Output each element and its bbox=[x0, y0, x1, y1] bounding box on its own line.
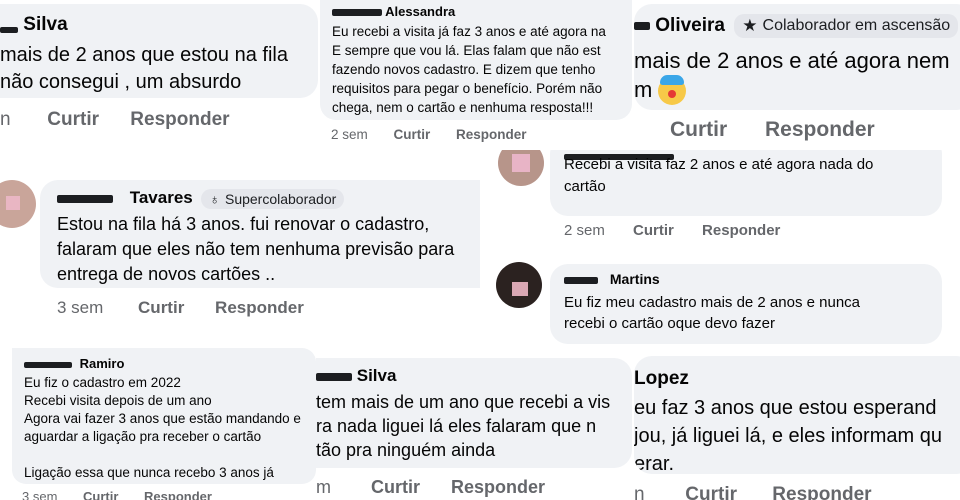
like-button[interactable]: Curtir bbox=[394, 127, 431, 142]
redacted-name bbox=[564, 276, 598, 284]
supercontributor-badge: ♁ Supercolaborador bbox=[201, 188, 345, 209]
timestamp: 2 sem bbox=[564, 222, 605, 239]
timestamp: n bbox=[634, 484, 645, 500]
author-name: Silva bbox=[356, 366, 397, 385]
like-button[interactable]: Curtir bbox=[47, 109, 99, 131]
badge-icon: ♁ bbox=[209, 190, 220, 207]
comment-text: Eu fiz o cadastro em 2022 Recebi visita … bbox=[24, 375, 301, 480]
avatar bbox=[496, 262, 542, 308]
comment-bubble: Tavares ♁ Supercolaborador Estou na fila… bbox=[40, 180, 480, 288]
comment-actions: Curtir Responder bbox=[670, 118, 875, 142]
reply-button[interactable]: Responder bbox=[215, 298, 304, 318]
comment-alessandra: Alessandra Eu recebi a visita já faz 3 a… bbox=[318, 0, 632, 160]
timestamp: n bbox=[0, 109, 11, 130]
comment-oliveira: Oliveira ★ Colaborador em ascensão mais … bbox=[632, 0, 960, 150]
like-button[interactable]: Curtir bbox=[83, 489, 118, 500]
star-icon: ★ bbox=[742, 16, 758, 35]
author-name: Silva bbox=[23, 14, 68, 35]
comment-text: Recebi a visita faz 2 anos e até agora n… bbox=[564, 156, 874, 195]
comment-ramiro: Ramiro Eu fiz o cadastro em 2022 Recebi … bbox=[0, 348, 316, 500]
timestamp: 3 sem bbox=[22, 489, 58, 500]
reply-button[interactable]: Responder bbox=[451, 477, 545, 498]
reply-button[interactable]: Responder bbox=[456, 127, 527, 142]
comment-text: Estou na fila há 3 anos. fui renovar o c… bbox=[57, 214, 455, 284]
timestamp: 3 sem bbox=[57, 298, 104, 317]
redacted-name bbox=[0, 26, 18, 33]
author-name: Alessandra bbox=[385, 4, 456, 19]
comment-actions: 2 sem Curtir Responder bbox=[564, 222, 780, 239]
redacted-name bbox=[24, 361, 72, 368]
timestamp: 2 sem bbox=[331, 127, 368, 142]
comment-actions: 3 sem Curtir Responder bbox=[22, 489, 212, 500]
author-name: Martins bbox=[609, 271, 660, 287]
comment-actions: 2 sem Curtir Responder bbox=[331, 127, 527, 142]
comment-text: mais de 2 anos que estou na fila não con… bbox=[0, 44, 288, 93]
comment-bubble: Alessandra Eu recebi a visita já faz 3 a… bbox=[320, 0, 632, 120]
redacted-name bbox=[57, 194, 113, 203]
comment-lopez: Lopez eu faz 3 anos que estou esperand j… bbox=[632, 352, 960, 500]
comment-debora: Recebi a visita faz 2 anos e até agora n… bbox=[490, 150, 960, 252]
reply-button[interactable]: Responder bbox=[765, 118, 875, 142]
redacted-name bbox=[332, 9, 382, 17]
comment-martins: Martins Eu fiz meu cadastro mais de 2 an… bbox=[490, 252, 960, 348]
comment-silva-bottom: Silva tem mais de um ano que recebi a vi… bbox=[316, 352, 632, 500]
reply-button[interactable]: Responder bbox=[144, 489, 212, 500]
comment-text: eu faz 3 anos que estou esperand jou, já… bbox=[634, 397, 942, 474]
comment-bubble: Silva mais de 2 anos que estou na fila n… bbox=[0, 4, 318, 98]
comment-bubble: Lopez eu faz 3 anos que estou esperand j… bbox=[634, 356, 960, 474]
contributor-badge: ★ Colaborador em ascensão bbox=[734, 14, 959, 38]
avatar bbox=[0, 180, 36, 228]
author-name: Lopez bbox=[634, 368, 689, 389]
comment-bubble: Ramiro Eu fiz o cadastro em 2022 Recebi … bbox=[12, 348, 316, 484]
redacted-name bbox=[316, 372, 352, 381]
clown-emoji-icon bbox=[658, 75, 687, 106]
like-button[interactable]: Curtir bbox=[685, 484, 737, 500]
author-name: Oliveira bbox=[655, 15, 725, 37]
comment-bubble: Martins Eu fiz meu cadastro mais de 2 an… bbox=[550, 264, 942, 344]
author-name: Ramiro bbox=[79, 356, 125, 371]
avatar bbox=[498, 150, 544, 186]
comment-text: mais de 2 anos e até agora nem m bbox=[634, 46, 950, 106]
like-button[interactable]: Curtir bbox=[633, 222, 674, 239]
reply-button[interactable]: Responder bbox=[130, 109, 229, 131]
comment-text: Eu fiz meu cadastro mais de 2 anos e nun… bbox=[564, 294, 861, 332]
comment-actions: n Curtir Responder bbox=[0, 109, 230, 131]
comment-text: Eu recebi a visita já faz 3 anos e até a… bbox=[332, 24, 606, 115]
reply-button[interactable]: Responder bbox=[772, 484, 871, 500]
comment-tavares: Tavares ♁ Supercolaborador Estou na fila… bbox=[0, 160, 480, 340]
comment-bubble: Recebi a visita faz 2 anos e até agora n… bbox=[550, 150, 942, 216]
like-button[interactable]: Curtir bbox=[670, 118, 727, 142]
comment-silva-top: Silva mais de 2 anos que estou na fila n… bbox=[0, 0, 318, 160]
redacted-name bbox=[634, 22, 650, 30]
comment-bubble: Oliveira ★ Colaborador em ascensão mais … bbox=[634, 4, 960, 110]
timestamp: m bbox=[316, 477, 331, 497]
like-button[interactable]: Curtir bbox=[371, 477, 420, 498]
comment-actions: 3 sem Curtir Responder bbox=[57, 298, 304, 318]
like-button[interactable]: Curtir bbox=[138, 298, 184, 318]
author-name: Tavares bbox=[129, 188, 193, 207]
comment-actions: n Curtir Responder bbox=[634, 484, 872, 500]
reply-button[interactable]: Responder bbox=[702, 222, 780, 239]
comment-text: tem mais de um ano que recebi a vis ra n… bbox=[316, 392, 611, 460]
comment-actions: m Curtir Responder bbox=[316, 477, 545, 498]
comment-bubble: Silva tem mais de um ano que recebi a vi… bbox=[316, 358, 632, 468]
